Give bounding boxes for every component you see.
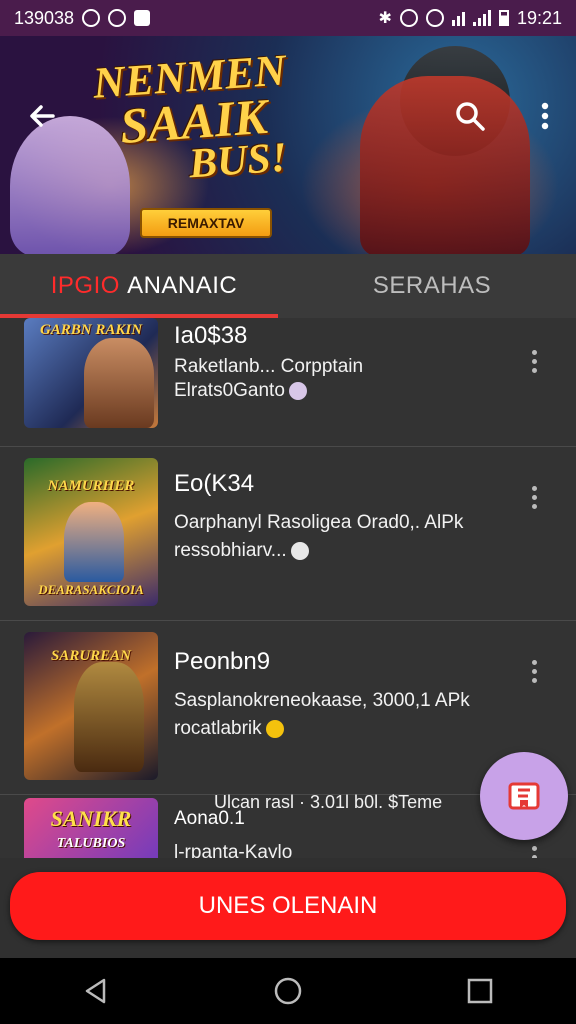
list-item-subtitle: Raketlanb... Corpptain <box>174 356 364 377</box>
tab-inactive[interactable]: SERAHAS <box>288 254 576 318</box>
banner-button[interactable]: REMAXTAV <box>140 208 272 238</box>
tab-active-prefix: IPGIO <box>50 272 120 299</box>
status-bar: 139038 ✱ 19:21 <box>0 0 576 36</box>
notification-icon-2 <box>108 9 127 27</box>
wifi-icon <box>451 10 465 26</box>
back-arrow-icon[interactable] <box>22 96 62 136</box>
alarm-icon <box>399 9 418 27</box>
bluetooth-icon: ✱ <box>378 10 392 27</box>
emoji-icon <box>265 719 284 738</box>
app-notification-icon <box>134 10 151 26</box>
list-item-subtitle: Sasplanokreneokaase, 3000,1 APk <box>174 690 470 711</box>
thumbnail-character <box>74 662 144 772</box>
thumbnail-caption-bottom: DEARASAKCIOIA <box>38 582 144 597</box>
list-item-thumbnail: SANIKR TALUBIOS <box>24 798 158 858</box>
banner-title: NENMEN SAAIK BUS! <box>91 45 294 191</box>
nav-recents-icon[interactable] <box>450 961 510 1021</box>
tab-bar: IPGIO ANANAIC SERAHAS <box>0 254 576 318</box>
banner-title-line3: BUS! <box>187 134 289 188</box>
status-time: 19:21 <box>516 7 562 28</box>
battery-icon <box>498 10 509 26</box>
overlay-caption: Ulcan rasl · 3.01l b0l. $Teme <box>214 792 443 812</box>
thumbnail-caption: SANIKR <box>50 806 132 831</box>
tab-active[interactable]: IPGIO ANANAIC <box>0 254 288 318</box>
thumbnail-caption: SARUREAN <box>50 648 132 664</box>
list-item-subtitle: l-rpanta-Kaylo <box>174 842 293 858</box>
cell-signal-icon <box>472 10 491 26</box>
tab-active-label: ANANAIC <box>127 272 238 299</box>
notification-icon <box>82 9 101 27</box>
list-item-detail: ressobhiarv... <box>174 540 309 562</box>
system-nav-bar <box>0 958 576 1024</box>
nav-back-icon[interactable] <box>66 961 126 1021</box>
header-banner: NENMEN SAAIK BUS! REMAXTAV <box>0 36 576 254</box>
user-icon <box>290 541 309 560</box>
nav-home-icon[interactable] <box>258 961 318 1021</box>
thumbnail-character <box>64 502 124 582</box>
thumbnail-caption: GARBN RAKIN <box>39 322 143 338</box>
list-item-thumbnail: SARUREAN <box>24 632 158 780</box>
banner-hero-right-image <box>360 76 530 254</box>
status-left-text: 139038 <box>14 7 75 28</box>
vibrate-icon <box>425 9 444 27</box>
floating-action-button[interactable] <box>480 752 568 840</box>
list-item-thumbnail: GARBN RAKIN <box>24 318 158 428</box>
list-item-thumbnail: NAMURHER DEARASAKCIOIA <box>24 458 158 606</box>
bookmark-icon <box>508 782 540 810</box>
list-item-menu-icon[interactable] <box>528 660 540 683</box>
list-item-title: Ia0$38 <box>174 322 248 349</box>
list-item-subtitle: Oarphanyl Rasoligea Orad0,. AlPk <box>174 512 464 533</box>
list-item-menu-icon[interactable] <box>528 486 540 509</box>
list-item-title: Eo(K34 <box>174 470 255 497</box>
search-icon[interactable] <box>450 96 490 136</box>
list-item-title: Peonbn9 <box>174 648 271 675</box>
user-icon <box>288 381 307 400</box>
list-item[interactable]: GARBN RAKIN Ia0$38 Raketlanb... Corpptai… <box>0 318 576 447</box>
thumbnail-character <box>84 338 154 428</box>
list-item-detail: rocatlabrik <box>174 718 284 740</box>
list-item-menu-icon[interactable] <box>528 350 540 373</box>
thumbnail-caption: NAMURHER <box>47 478 135 494</box>
primary-action-button[interactable]: UNES OLENAIN <box>10 872 566 940</box>
list-item[interactable]: NAMURHER DEARASAKCIOIA Eo(K34 Oarphanyl … <box>0 446 576 621</box>
more-vert-icon[interactable] <box>525 96 565 136</box>
list-item-detail: Elrats0Ganto <box>174 380 307 402</box>
tab-inactive-label: SERAHAS <box>372 272 492 299</box>
thumbnail-caption-bottom: TALUBIOS <box>56 836 126 851</box>
list-item-menu-icon[interactable] <box>528 846 540 858</box>
